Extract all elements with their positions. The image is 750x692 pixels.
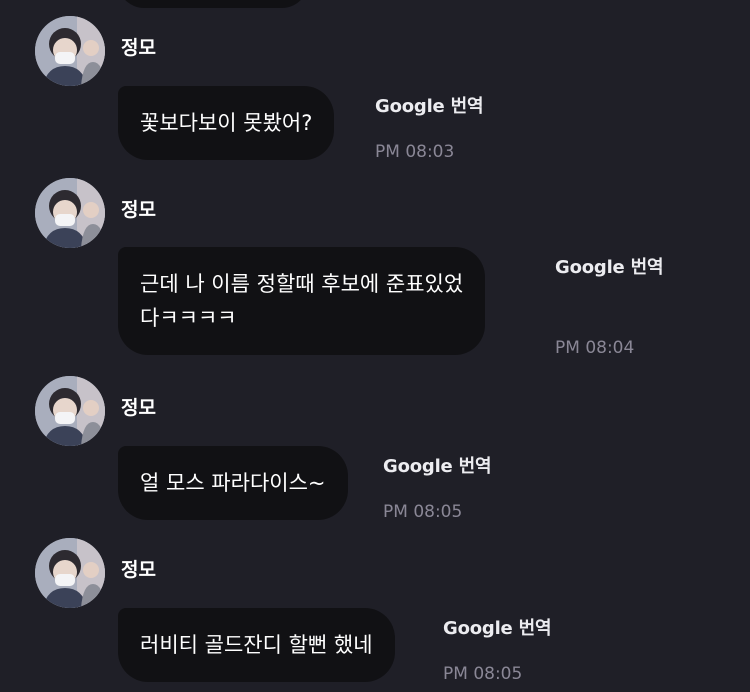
message-text: 다ㅋㅋㅋㅋ xyxy=(140,306,237,330)
avatar[interactable] xyxy=(35,376,105,446)
sender-name: 정모 xyxy=(121,199,156,221)
avatar-image xyxy=(35,178,105,248)
message-text: 근데 나 이름 정할때 후보에 준표있었 xyxy=(140,272,464,296)
chat-window: 정모 꽃보다보이 못봤어? Google 번역 PM 08:03 정모 근데 나 xyxy=(0,0,750,692)
sender-name: 정모 xyxy=(121,559,156,581)
message-text: 러비티 골드잔디 할뻔 했네 xyxy=(140,633,373,657)
previous-message-bubble xyxy=(118,0,308,8)
message-meta: Google 번역 PM 08:03 xyxy=(375,95,484,163)
message-text: 꽃보다보이 못봤어? xyxy=(140,111,313,135)
message-bubble[interactable]: 러비티 골드잔디 할뻔 했네 xyxy=(118,608,395,682)
timestamp: PM 08:03 xyxy=(375,142,455,162)
google-translate-link[interactable]: Google 번역 xyxy=(443,617,552,641)
avatar-image xyxy=(35,538,105,608)
timestamp: PM 08:05 xyxy=(383,502,463,522)
message-bubble[interactable]: 근데 나 이름 정할때 후보에 준표있었 다ㅋㅋㅋㅋ xyxy=(118,247,486,355)
message-meta: Google 번역 PM 08:05 xyxy=(443,617,552,685)
google-translate-link[interactable]: Google 번역 xyxy=(555,256,664,280)
message-meta: Google 번역 PM 08:04 xyxy=(555,256,664,359)
google-translate-link[interactable]: Google 번역 xyxy=(383,455,492,479)
avatar[interactable] xyxy=(35,178,105,248)
avatar-image xyxy=(35,376,105,446)
timestamp: PM 08:05 xyxy=(443,664,523,684)
message-bubble[interactable]: 꽃보다보이 못봤어? xyxy=(118,86,335,160)
google-translate-link[interactable]: Google 번역 xyxy=(375,95,484,119)
avatar[interactable] xyxy=(35,538,105,608)
message-text: 얼 모스 파라다이스~ xyxy=(140,471,326,495)
sender-name: 정모 xyxy=(121,37,156,59)
avatar-image xyxy=(35,16,105,86)
avatar[interactable] xyxy=(35,16,105,86)
sender-name: 정모 xyxy=(121,397,156,419)
message-bubble[interactable]: 얼 모스 파라다이스~ xyxy=(118,446,348,520)
timestamp: PM 08:04 xyxy=(555,338,635,358)
message-meta: Google 번역 PM 08:05 xyxy=(383,455,492,523)
